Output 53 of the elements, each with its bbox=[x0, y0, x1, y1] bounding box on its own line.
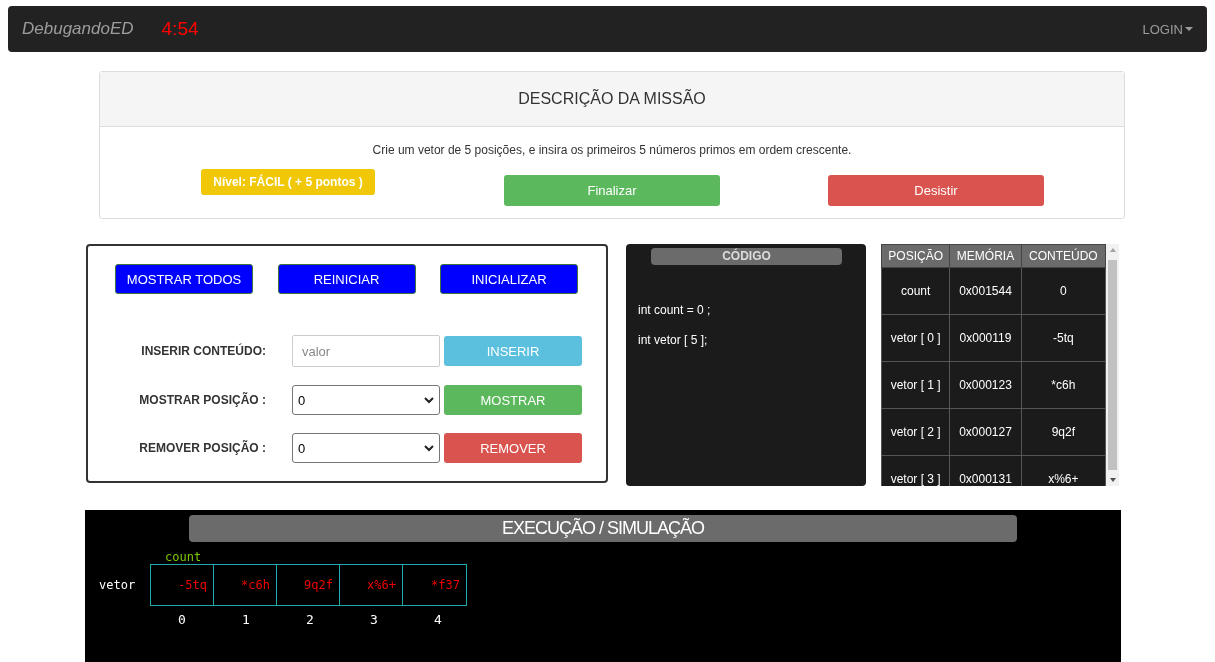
field-label: MOSTRAR POSIÇÃO : bbox=[138, 393, 266, 407]
table-cell: 0x001544 bbox=[949, 267, 1022, 315]
table-cell: vetor [ 1 ] bbox=[881, 361, 950, 409]
position-dropdown[interactable]: 0 bbox=[292, 385, 440, 415]
column-header: POSIÇÃO bbox=[881, 244, 950, 268]
column-header: MEMÓRIA bbox=[949, 244, 1022, 268]
array-cell: 9q2f bbox=[277, 565, 340, 605]
table-cell: *c6h bbox=[1021, 361, 1106, 409]
mission-description: Crie um vetor de 5 posições, e insira os primeiros 5 números primos em ordem crescente. bbox=[371, 143, 853, 157]
pointer-label: count bbox=[165, 551, 203, 564]
scrollbar[interactable] bbox=[1106, 244, 1119, 486]
brand-link[interactable]: DebugandoED bbox=[22, 19, 134, 39]
table-cell: 0x000127 bbox=[949, 408, 1022, 456]
table-cell: vetor [ 0 ] bbox=[881, 314, 950, 362]
timer: 4:54 bbox=[161, 18, 199, 40]
array-label: vetor bbox=[99, 578, 137, 592]
chevron-icon bbox=[424, 396, 434, 404]
position-dropdown[interactable]: 0 bbox=[292, 433, 440, 463]
login-dropdown[interactable]: LOGIN bbox=[1142, 21, 1193, 37]
array-cell: x%6+ bbox=[340, 565, 403, 605]
table-cell: vetor [ 2 ] bbox=[881, 408, 950, 456]
code-title: CÓDIGO bbox=[651, 248, 842, 265]
action-button[interactable]: INICIALIZAR bbox=[440, 264, 578, 294]
field-label: INSERIR CONTEÚDO: bbox=[140, 344, 266, 358]
mission-title: DESCRIÇÃO DA MISSÃO bbox=[518, 90, 706, 108]
table-cell: -5tq bbox=[1021, 314, 1106, 362]
action-button[interactable]: MOSTRAR TODOS bbox=[115, 264, 253, 294]
array-cell: *c6h bbox=[214, 565, 277, 605]
code-line: int vetor [ 5 ]; bbox=[638, 333, 709, 347]
level-badge: Nível: FÁCIL ( + 5 pontos ) bbox=[201, 169, 375, 195]
array-cell-text: *f37 bbox=[430, 577, 461, 594]
array-index: 3 bbox=[370, 612, 378, 627]
action-button[interactable]: REINICIAR bbox=[277, 264, 416, 294]
array-cell: -5tq bbox=[151, 565, 214, 605]
action-button[interactable]: REMOVER bbox=[444, 433, 582, 463]
table-cell: count bbox=[881, 267, 950, 315]
column-header: CONTEÚDO bbox=[1021, 244, 1106, 268]
array-index: 2 bbox=[306, 612, 314, 627]
array-index: 4 bbox=[434, 612, 442, 627]
table-cell: 0x000123 bbox=[949, 361, 1022, 409]
chevron-icon bbox=[424, 444, 434, 452]
caret-icon bbox=[1185, 27, 1193, 31]
array-index: 0 bbox=[178, 612, 186, 627]
give-up-button[interactable]: Desistir bbox=[828, 175, 1044, 206]
table-cell: 9q2f bbox=[1021, 408, 1106, 456]
array-index: 1 bbox=[242, 612, 250, 627]
simulation-title: EXECUÇÃO / SIMULAÇÃO bbox=[501, 518, 704, 539]
code-line: int count = 0 ; bbox=[638, 303, 712, 317]
table-cell: 0 bbox=[1021, 267, 1106, 315]
field-label: REMOVER POSIÇÃO : bbox=[138, 441, 266, 455]
table-cell: 0x000119 bbox=[949, 314, 1022, 362]
table-cell: vetor [ 3 ] bbox=[881, 455, 950, 486]
input-field[interactable]: valor bbox=[292, 335, 440, 367]
